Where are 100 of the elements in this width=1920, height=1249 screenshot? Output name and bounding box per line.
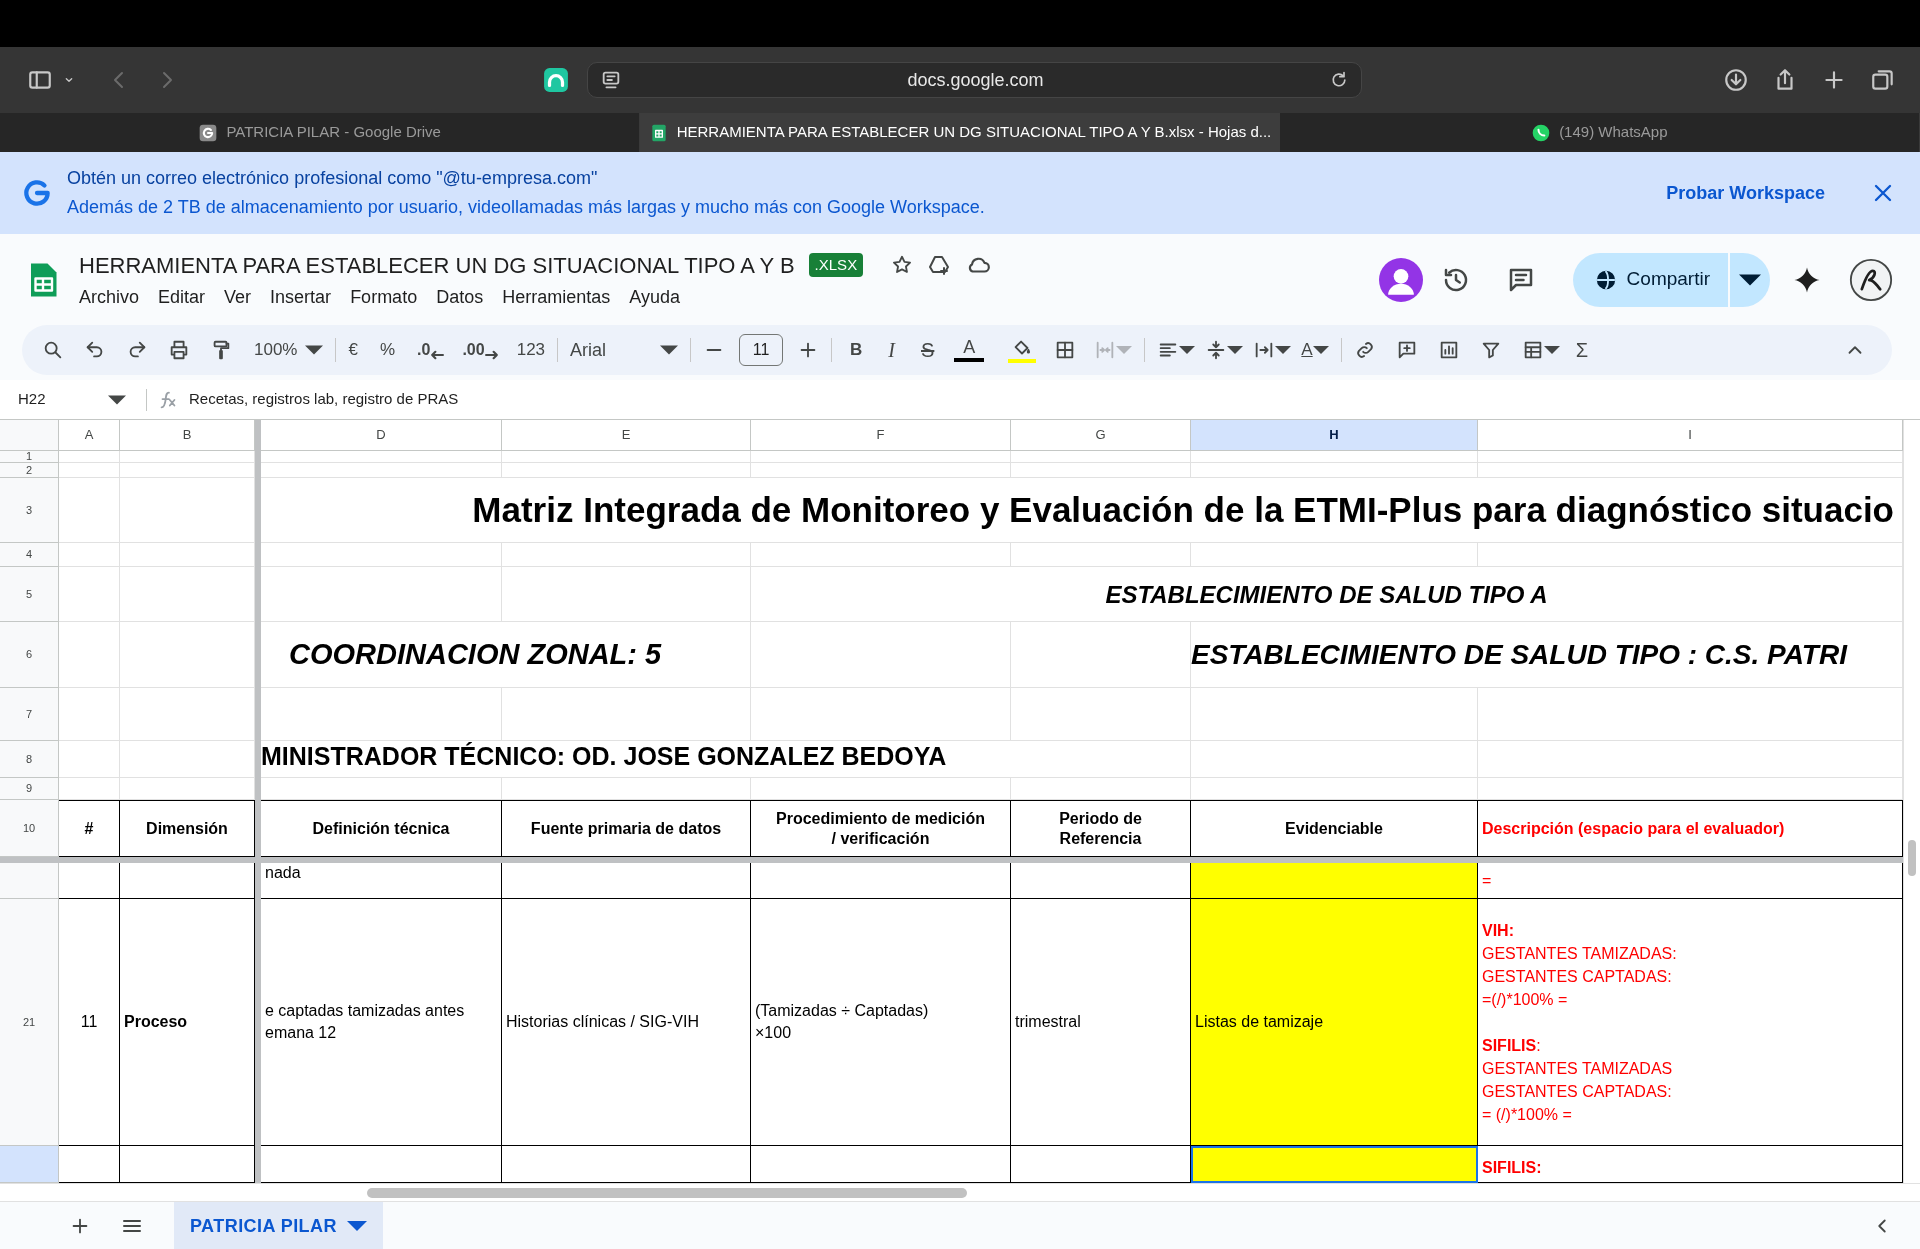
tabs-icon[interactable] [1870,67,1896,93]
currency-button[interactable]: € [348,337,358,363]
cell-text: Historias clínicas / SIG-VIH [506,1012,699,1033]
avatar-icon[interactable] [1378,257,1423,302]
menu-item[interactable]: Formato [350,283,418,311]
row-number: 21 [22,1016,36,1028]
row-number: 6 [25,649,33,660]
column-heading: Procedimiento de medición / verificación [776,808,985,849]
row-number: 1 [25,451,33,462]
menu-item[interactable]: Insertar [270,283,332,311]
row-number: 10 [22,822,36,834]
row-number: 8 [25,753,33,765]
letter-tile-icon [198,122,219,143]
cell-text: = [1482,871,1492,891]
column-heading: Descripción (espacio para el evaluador) [1482,818,1785,839]
address-bar[interactable]: docs.google.com [587,62,1362,98]
corner-cell[interactable] [0,420,59,451]
horizontal-scrollbar[interactable] [0,1183,1920,1201]
zoom-dropdown[interactable]: 100% [254,337,324,363]
row-number: 5 [25,588,33,600]
document-title[interactable]: HERRAMIENTA PARA ESTABLECER UN DG SITUACIONAL TIPO A Y B [79,248,795,282]
drive-add-icon[interactable] [927,253,952,277]
download-icon[interactable] [1723,67,1749,93]
row-header[interactable]: 21 [0,899,59,1146]
print-icon[interactable] [168,339,190,361]
banner-text: Además de 2 TB de almacenamiento por usuario, videollamadas más largas y mucho más con Google Workspace. [67,196,985,219]
functions-button[interactable]: Σ [1575,335,1589,365]
row-header[interactable]: 6 [0,622,59,688]
scroll-thumb[interactable] [367,1187,967,1198]
row-header[interactable]: 4 [0,543,59,567]
number-format-button[interactable]: 123 [516,337,546,363]
cell-text: SIFILIS: [1482,1158,1542,1178]
cell-text: e captadas tamizadas antes emana 12 [265,1001,465,1043]
row-header[interactable]: 8 [0,741,59,778]
workspace-link[interactable]: Probar Workspace [1666,179,1825,207]
italic-button[interactable]: I [888,335,895,365]
browser-tab[interactable]: HERRAMIENTA PARA ESTABLECER UN DG SITUACIONAL TIPO A Y B.xlsx - Hojas d... [640,113,1280,152]
column-heading: Periodo de Referencia [1059,808,1142,849]
sheet-tab[interactable]: PATRICIA PILAR [174,1201,383,1249]
banner-title: Obtén un correo electrónico profesional como "@tu-empresa.com" [67,167,599,190]
cell-text: trimestral [1015,1012,1081,1033]
row-number: 2 [25,464,33,476]
reader-icon[interactable] [600,69,622,91]
extension-icon[interactable] [543,67,569,93]
sheet-heading: MINISTRADOR TÉCNICO: OD. JOSE GONZALEZ BEDOYA [261,741,947,772]
g-logo-icon [21,177,53,209]
menu-item[interactable]: Ayuda [629,283,680,311]
sheet-title: Matriz Integrada de Monitoreo y Evaluación de la ETMI-Plus para diagnóstico situacio [472,488,1894,531]
row-header[interactable]: 2 [0,463,59,478]
text-rotation-button[interactable]: A [1301,337,1313,363]
column-heading: Definición técnica [312,818,450,839]
row-header[interactable]: 1 [0,451,59,463]
row-header[interactable]: 5 [0,567,59,622]
reload-icon[interactable] [1329,70,1349,90]
color-swatch [954,358,985,362]
font-dropdown[interactable]: Arial [570,336,679,364]
row-number: 9 [25,783,33,794]
menu-item[interactable]: Archivo [79,283,140,311]
arrow-left-icon [430,350,445,360]
cell-text: Proceso [124,1012,188,1032]
star-icon[interactable] [891,254,914,276]
increase-decimals-button[interactable]: .00 [462,338,499,362]
scroll-thumb[interactable] [1908,840,1916,876]
decrease-decimals-button[interactable]: .0 [417,338,445,362]
menu-item[interactable]: Editar [158,283,206,311]
file-type-badge: .XLSX [808,252,864,278]
search-icon[interactable] [42,339,64,361]
arrow-right-icon [484,350,499,360]
cell-text: (Tamizadas ÷ Captadas) ×100 [755,1001,929,1043]
column-heading: Fuente primaria de datos [530,818,722,839]
row-header[interactable]: 3 [0,478,59,543]
menu-item[interactable]: Datos [436,283,484,311]
column-header[interactable]: H [1191,420,1478,451]
sheet-heading: ESTABLECIMIENTO DE SALUD TIPO A [1105,580,1548,610]
color-swatch [1008,359,1037,363]
font-size-field[interactable]: 11 [739,334,784,366]
menu-item[interactable]: Ver [224,283,252,311]
column-heading: Dimensión [146,818,228,839]
cell-text: Listas de tamizaje [1195,1012,1324,1032]
account-avatar-icon[interactable] [1849,257,1893,302]
percent-button[interactable]: % [379,337,396,363]
menu-item[interactable]: Herramientas [502,283,611,311]
row-number: 7 [25,708,33,720]
cell-text: nada [265,863,301,883]
cell-reference[interactable]: H22 [18,388,108,411]
bold-button[interactable]: B [850,337,863,363]
row-header[interactable]: 7 [0,688,59,741]
cell-text: 11 [80,1012,98,1032]
chat-bubble-icon [1531,122,1552,143]
column-heading: Evidenciable [1285,818,1383,839]
sheet-heading: COORDINACION ZONAL: 5 [289,636,662,672]
column-heading: # [84,818,94,839]
cell-text: VIH: GESTANTES TAMIZADAS: GESTANTES CAPTADAS: =(/)*100% = SIFILIS: GESTANTES TAMIZADAS GESTANTES CAPTADAS: = (/)*100% = [1482,920,1677,1125]
sheet-heading: ESTABLECIMIENTO DE SALUD TIPO : C.S. PATRI [1191,637,1847,672]
strikethrough-button[interactable]: S [921,335,935,365]
globe-icon [1594,268,1617,291]
text-color-button[interactable]: A [954,338,985,362]
formula-content[interactable]: Recetas, registros lab, registro de PRAS [189,388,459,411]
row-header[interactable]: 10 [0,800,59,857]
row-header[interactable]: 9 [0,778,59,800]
